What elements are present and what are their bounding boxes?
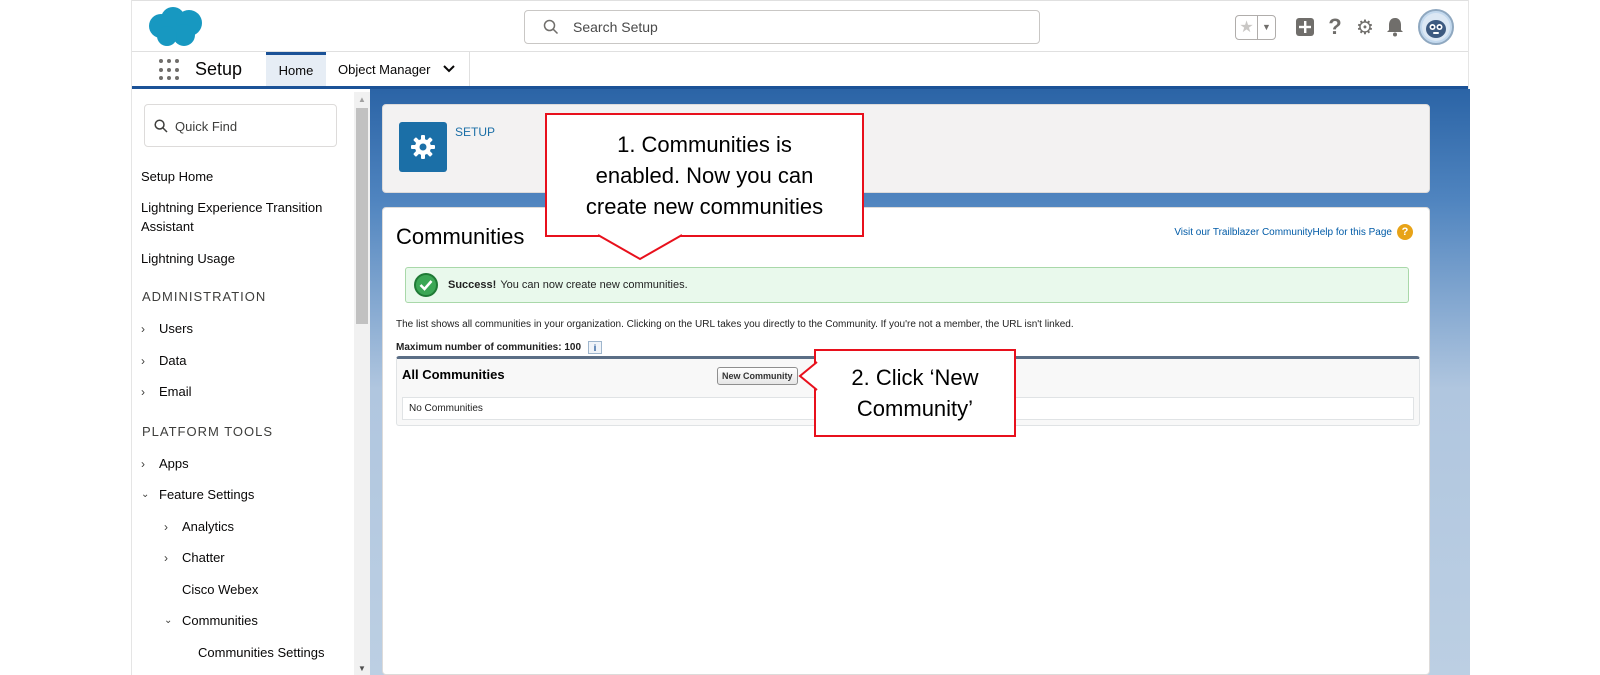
header-actions: ★ ▼ ? ⚙ [1235, 9, 1454, 45]
app-launcher-icon[interactable] [159, 59, 181, 81]
sidebar-heading-administration: ADMINISTRATION [142, 289, 267, 304]
chevron-down-icon: ⌄ [141, 489, 150, 500]
tab-home[interactable]: Home [266, 52, 326, 86]
avatar-image [1422, 13, 1450, 41]
salesforce-setup-window: ★ ▼ ? ⚙ [131, 0, 1470, 675]
context-bar: Setup Home Object Manager [132, 52, 1468, 89]
sidebar-scrollbar[interactable]: ▲ ▼ [354, 92, 370, 675]
bell-icon[interactable] [1380, 12, 1410, 42]
sidebar-item-communities-settings[interactable]: Communities Settings [198, 645, 324, 660]
setup-gear-icon [399, 122, 447, 172]
sidebar-item-data[interactable]: › Data [141, 353, 186, 368]
callout-1-line2: enabled. Now you can [595, 162, 814, 188]
sidebar-item-users[interactable]: › Users [141, 321, 193, 336]
salesforce-cloud-logo[interactable] [146, 6, 204, 48]
annotation-callout-1: 1. Communities is enabled. Now you can c… [545, 113, 864, 237]
sidebar-item-label: Communities Settings [198, 645, 325, 660]
sidebar-item-label: Users [159, 321, 193, 336]
callout-1-pointer [597, 234, 683, 261]
dropdown-icon[interactable]: ▼ [1258, 16, 1275, 39]
sidebar-item-communities[interactable]: ⌄ Communities [164, 613, 258, 628]
sidebar-item-label: Feature Settings [159, 487, 255, 502]
search-icon [543, 19, 559, 35]
help-icon[interactable]: ? [1397, 224, 1413, 240]
sidebar-item-label: Communities [182, 613, 258, 628]
chevron-right-icon: › [141, 353, 145, 368]
page-title: Communities [396, 224, 525, 249]
annotation-callout-2: 2. Click ‘New Community’ [814, 349, 1016, 437]
page-header: SETUP [382, 104, 1430, 193]
sidebar-item-label: Email [159, 384, 192, 399]
sidebar-item-label: Analytics [182, 519, 235, 534]
chevron-down-icon: ⌄ [164, 615, 173, 626]
callout-2-line1: 2. Click ‘New [851, 365, 979, 390]
content-card: Communities Visit our Trailblazer Commun… [382, 207, 1430, 675]
max-communities-label: Maximum number of communities: 100 [396, 342, 582, 353]
success-strong: Success! [448, 279, 497, 291]
tab-object-manager[interactable]: Object Manager [326, 52, 470, 86]
breadcrumb-setup[interactable]: SETUP [455, 125, 495, 139]
callout-2-line2: Community’ [856, 396, 974, 421]
help-links[interactable]: Visit our Trailblazer CommunityHelp for … [1174, 224, 1413, 240]
new-community-button[interactable]: New Community [717, 367, 798, 385]
tab-object-manager-label: Object Manager [338, 61, 431, 77]
add-icon-shape [1296, 18, 1314, 36]
sidebar-item-label: Cisco Webex [182, 582, 259, 597]
chevron-right-icon: › [164, 550, 168, 565]
sidebar-item-feature-settings[interactable]: ⌄ Feature Settings [141, 487, 254, 502]
global-search[interactable] [524, 10, 1040, 44]
sidebar-item-chatter[interactable]: › Chatter [164, 550, 225, 565]
sidebar-heading-platform-tools: PLATFORM TOOLS [142, 424, 274, 439]
checkmark-icon [414, 273, 438, 297]
add-icon[interactable] [1290, 12, 1320, 42]
scroll-down-icon[interactable]: ▼ [358, 664, 366, 673]
gear-icon[interactable]: ⚙ [1350, 12, 1380, 42]
sidebar-item-label: Chatter [182, 550, 225, 565]
favorites-star-icon[interactable]: ★ [1236, 15, 1258, 39]
sidebar-item-lightning-usage[interactable]: Lightning Usage [141, 249, 341, 268]
app-name: Setup [195, 59, 243, 79]
sidebar-item-lightning-transition-assistant[interactable]: Lightning Experience Transition Assistan… [141, 198, 341, 236]
sidebar-item-email[interactable]: › Email [141, 384, 192, 399]
scroll-up-icon[interactable]: ▲ [358, 95, 366, 104]
callout-2-pointer [798, 361, 818, 391]
success-text: You can now create new communities. [500, 279, 688, 291]
chevron-right-icon: › [141, 384, 145, 399]
quick-find-input[interactable] [175, 115, 325, 137]
chevron-right-icon: › [164, 519, 168, 534]
info-icon[interactable]: i [588, 341, 603, 354]
sidebar-item-analytics[interactable]: › Analytics [164, 519, 234, 534]
list-title: All Communities [402, 367, 505, 382]
search-input[interactable] [573, 15, 1013, 39]
callout-1-line3: create new communities [585, 193, 824, 219]
scrollbar-thumb[interactable] [356, 108, 368, 324]
success-message: Success! You can now create new communit… [405, 267, 1409, 303]
callout-1-line1: 1. Communities is [617, 131, 792, 157]
help-links-text[interactable]: Visit our Trailblazer CommunityHelp for … [1174, 227, 1392, 238]
bell-icon-shape [1387, 18, 1403, 37]
quick-find[interactable] [144, 104, 337, 147]
list-description: The list shows all communities in your o… [396, 319, 1074, 330]
search-icon [154, 119, 168, 133]
favorites-group[interactable]: ★ ▼ [1235, 14, 1276, 40]
global-header: ★ ▼ ? ⚙ [132, 0, 1468, 52]
sidebar-item-cisco-webex[interactable]: Cisco Webex [182, 582, 258, 597]
max-communities: Maximum number of communities: 100 i [396, 341, 603, 354]
avatar[interactable] [1418, 9, 1454, 45]
setup-sidebar: Setup Home Lightning Experience Transiti… [132, 92, 370, 675]
sidebar-item-apps[interactable]: › Apps [141, 456, 189, 471]
sidebar-item-label: Apps [159, 456, 189, 471]
chevron-right-icon: › [141, 456, 145, 471]
chevron-right-icon: › [141, 321, 145, 336]
sidebar-item-setup-home[interactable]: Setup Home [141, 167, 341, 186]
help-icon[interactable]: ? [1320, 12, 1350, 42]
sidebar-item-label: Data [159, 353, 187, 368]
chevron-down-icon[interactable] [442, 65, 455, 73]
gear-icon [411, 135, 435, 159]
tab-home-label: Home [278, 63, 314, 78]
